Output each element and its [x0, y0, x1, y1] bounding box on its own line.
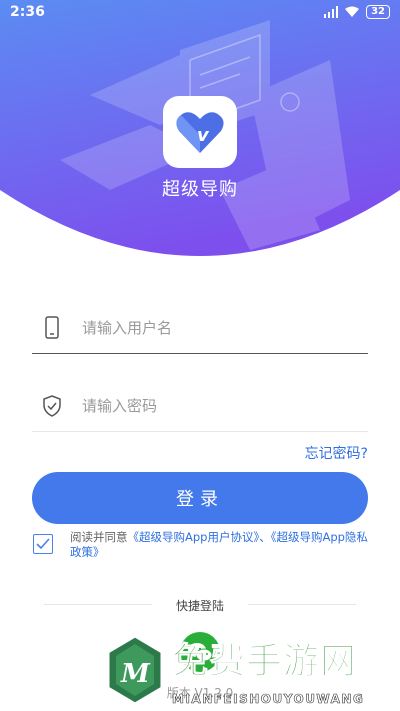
status-time: 2:36	[10, 4, 45, 20]
user-agreement-link[interactable]: 《超级导购App用户协议》	[128, 530, 260, 544]
check-icon	[36, 538, 50, 550]
signal-icon	[324, 6, 339, 18]
logo-letter: v	[197, 125, 210, 146]
quick-login-divider: 快捷登陆	[44, 597, 356, 613]
agreement-separator: 、	[259, 530, 271, 544]
username-input[interactable]	[82, 314, 352, 342]
agreement-prefix: 阅读并同意	[70, 530, 128, 544]
watermark-logo: M	[106, 634, 164, 706]
status-icons: 32	[324, 5, 390, 19]
password-input[interactable]	[82, 392, 352, 420]
heart-logo-icon: v	[176, 112, 224, 153]
divider-right	[248, 604, 356, 605]
quick-login-label: 快捷登陆	[175, 599, 224, 613]
app-name: 超级导购	[162, 179, 238, 200]
wifi-icon	[345, 6, 360, 17]
watermark-subtitle: MIANFEISHOUYOUWANG	[172, 692, 365, 707]
app-logo: v	[163, 96, 237, 168]
shield-check-icon	[43, 395, 61, 417]
agreement-text: 阅读并同意《超级导购App用户协议》、《超级导购App隐私政策》	[70, 530, 370, 559]
status-bar: 2:36 32	[0, 0, 400, 26]
username-field	[32, 302, 368, 354]
login-button[interactable]: 登录	[32, 472, 368, 524]
password-field	[32, 380, 368, 432]
forgot-password-link[interactable]: 忘记密码?	[305, 443, 368, 463]
watermark-title: 免费手游网	[171, 641, 358, 683]
svg-text:M: M	[120, 659, 151, 689]
agreement-checkbox[interactable]	[33, 534, 53, 554]
phone-icon	[45, 316, 59, 339]
battery-icon: 32	[366, 5, 390, 19]
